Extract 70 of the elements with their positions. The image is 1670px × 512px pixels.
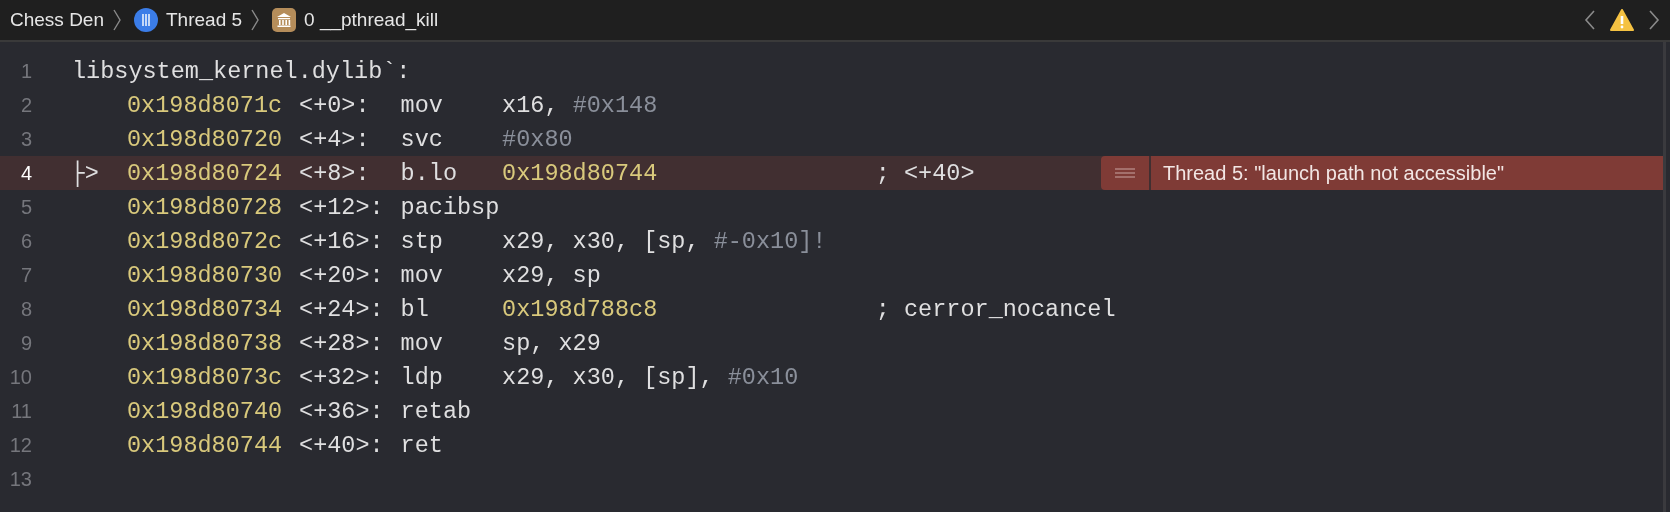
operands: 0x198d788c8 — [502, 295, 658, 323]
breadcrumb-item[interactable]: Chess Den — [10, 9, 104, 31]
instruction-offset: <+4>: — [299, 125, 370, 153]
mnemonic: ldp — [400, 363, 443, 391]
back-icon[interactable] — [1584, 8, 1596, 32]
operands: sp, x29 — [502, 329, 601, 357]
instruction-offset: <+28>: — [299, 329, 384, 357]
thread-icon — [134, 8, 158, 32]
mnemonic: retab — [400, 397, 472, 425]
mnemonic: ret — [400, 431, 443, 459]
mnemonic: mov — [400, 329, 443, 357]
instruction-address: 0x198d80720 — [127, 125, 283, 153]
error-annotation: Thread 5: "launch path not accessible" — [1151, 156, 1663, 190]
warning-icon[interactable] — [1610, 9, 1634, 31]
instruction-offset: <+32>: — [299, 363, 384, 391]
line-number: 2 — [19, 93, 32, 117]
line-number: 3 — [19, 127, 32, 151]
mnemonic: mov — [400, 261, 443, 289]
operands: x29, x30, [sp, #-0x10]! — [502, 227, 827, 255]
instruction-offset: <+0>: — [299, 91, 370, 119]
mnemonic: mov — [400, 91, 443, 119]
operands: 0x198d80744 — [502, 159, 658, 187]
line-number: 8 — [19, 297, 32, 321]
line-number: 7 — [19, 263, 32, 287]
operands: x29, x30, [sp], #0x10 — [502, 363, 799, 391]
instruction-offset: <+20>: — [299, 261, 384, 289]
instruction-offset: <+36>: — [299, 397, 384, 425]
instruction-offset: <+8>: — [299, 159, 370, 187]
instruction-address: 0x198d80744 — [127, 431, 283, 459]
operands: x29, sp — [502, 261, 601, 289]
instruction-address: 0x198d8073c — [127, 363, 283, 391]
mnemonic: bl — [400, 295, 429, 323]
instruction-address: 0x198d80724 — [127, 159, 283, 187]
instruction-offset: <+16>: — [299, 227, 384, 255]
breadcrumb-item[interactable]: Thread 5 — [166, 9, 243, 31]
instruction-offset: <+40>: — [299, 431, 384, 459]
chevron-icon — [250, 8, 261, 32]
instruction-address: 0x198d80740 — [127, 397, 283, 425]
mnemonic: stp — [400, 227, 443, 255]
line-number: 12 — [8, 433, 32, 457]
mnemonic: b.lo — [400, 159, 457, 187]
breadcrumb-item[interactable]: 0 __pthread_kill — [304, 9, 439, 31]
line-number: 9 — [19, 331, 32, 355]
pc-arrow: ├> — [70, 159, 99, 187]
code-comment: ; cerror_nocancel — [875, 295, 1116, 323]
instruction-address: 0x198d8072c — [127, 227, 283, 255]
line-number: 1 — [19, 59, 32, 83]
instruction-address: 0x198d8071c — [127, 91, 283, 119]
menu-icon — [1115, 168, 1135, 178]
chevron-icon — [112, 8, 122, 32]
line-number: 10 — [8, 365, 32, 389]
instruction-address: 0x198d80728 — [127, 193, 283, 221]
line-number: 5 — [19, 195, 32, 219]
forward-icon[interactable] — [1648, 8, 1660, 32]
instruction-offset: <+24>: — [299, 295, 384, 323]
mnemonic: svc — [400, 125, 443, 153]
instruction-offset: <+12>: — [299, 193, 384, 221]
code-comment: ; <+40> — [875, 159, 975, 187]
code-label: libsystem_kernel.dylib`: — [72, 57, 411, 85]
line-number: 4 — [19, 161, 32, 185]
line-number: 11 — [10, 399, 32, 423]
line-number: 6 — [19, 229, 32, 253]
bank-icon — [272, 8, 297, 32]
operands: #0x80 — [502, 125, 573, 153]
instruction-address: 0x198d80730 — [127, 261, 283, 289]
instruction-address: 0x198d80734 — [127, 295, 283, 323]
line-number: 13 — [8, 467, 32, 491]
instruction-address: 0x198d80738 — [127, 329, 283, 357]
mnemonic: pacibsp — [400, 193, 500, 221]
operands: x16, #0x148 — [502, 91, 658, 119]
